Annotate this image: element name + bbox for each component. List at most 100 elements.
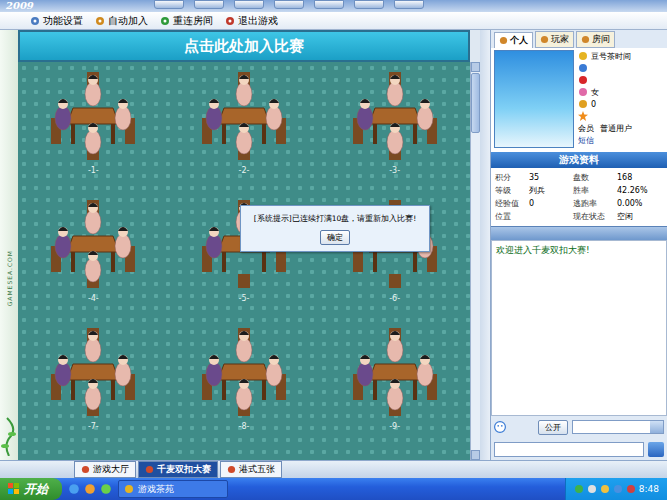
public-button[interactable]: 公开 (538, 420, 568, 435)
message-link[interactable]: 短信 (578, 135, 594, 146)
scroll-down-button[interactable] (471, 450, 480, 460)
tab-icon (540, 35, 549, 44)
stat-value: 168 (617, 173, 663, 182)
stat-value: 42.26% (617, 186, 663, 195)
player-figure (115, 355, 131, 386)
player-figure (236, 331, 252, 362)
tray-icon[interactable] (600, 484, 610, 494)
send-button[interactable] (648, 442, 664, 457)
player-figure (85, 331, 101, 362)
gear-icon (30, 16, 40, 26)
room-icon (81, 465, 90, 474)
game-table[interactable]: -3- (319, 66, 470, 194)
gender-icon (578, 87, 588, 97)
tray-icon[interactable] (574, 484, 584, 494)
target-select[interactable] (572, 420, 664, 434)
game-table[interactable]: -1- (18, 66, 169, 194)
stat-value: 0 (529, 199, 573, 208)
menu-item[interactable]: 功能设置 (30, 14, 83, 28)
game-table[interactable]: -7- (18, 322, 169, 450)
scrollbar[interactable] (470, 62, 480, 460)
profile-card: 豆号茶时间女0会员普通用户短信 (491, 48, 667, 152)
chat-log: 欢迎进入千麦双扣大赛! (491, 240, 667, 416)
star-icon (578, 111, 588, 121)
toolbar-button[interactable] (314, 0, 344, 9)
table-region: -1--2--3--4--5--6--7--8--9-[系统提示]已连续打满10… (18, 62, 480, 460)
toolbar-button[interactable] (394, 0, 424, 9)
tray-icon[interactable] (626, 484, 636, 494)
player-figure (206, 99, 222, 130)
reconnect-icon (160, 16, 170, 26)
game-table[interactable]: -8- (169, 322, 320, 450)
player-figure (115, 227, 131, 258)
main-body: GAMESEA.COM点击此处加入比赛-1--2--3--4--5--6--7-… (0, 30, 667, 460)
game-table-icon[interactable] (345, 322, 445, 422)
game-table[interactable]: -4- (18, 194, 169, 322)
ok-button[interactable]: 确定 (320, 230, 350, 245)
table-number: -4- (88, 294, 99, 304)
game-table-icon[interactable] (194, 66, 294, 166)
tab-icon (581, 35, 590, 44)
player-figure (357, 355, 373, 386)
game-table-icon[interactable] (345, 66, 445, 166)
side-tab[interactable]: 房间 (576, 31, 615, 48)
menu-item[interactable]: 重连房间 (160, 14, 213, 28)
player-figure (85, 203, 101, 234)
dropdown-arrow-icon[interactable] (650, 421, 663, 433)
profile-row (578, 62, 664, 74)
room-tab[interactable]: 港式五张 (220, 461, 282, 478)
heart-icon (578, 75, 588, 85)
scroll-thumb[interactable] (471, 73, 480, 133)
watermark: GAMESEA.COM (6, 250, 13, 306)
medal-icon (578, 99, 588, 109)
game-table-icon[interactable] (43, 194, 143, 294)
side-tab[interactable]: 个人 (494, 32, 533, 48)
panel-divider (491, 226, 667, 240)
profile-row: 0 (578, 98, 664, 110)
room-tab[interactable]: 千麦双扣大赛 (138, 461, 218, 478)
toolbar-button[interactable] (234, 0, 264, 9)
quick-launch-icon[interactable] (100, 483, 112, 495)
menu-item[interactable]: 退出游戏 (225, 14, 278, 28)
profile-row: 豆号茶时间 (578, 50, 664, 62)
player-figure (387, 123, 403, 154)
game-table-icon[interactable] (43, 66, 143, 166)
table-top-icon (369, 108, 421, 124)
side-tab[interactable]: 玩家 (535, 31, 574, 48)
game-table[interactable]: -9- (319, 322, 470, 450)
tray-icon[interactable] (587, 484, 597, 494)
chat-message: 欢迎进入千麦双扣大赛! (496, 244, 662, 256)
ad-banner[interactable] (494, 50, 574, 148)
room-tab[interactable]: 游戏大厅 (74, 461, 136, 478)
start-button[interactable]: 开始 (0, 478, 62, 500)
player-figure (387, 75, 403, 106)
id-icon (578, 63, 588, 73)
menu-item[interactable]: 自动加入 (95, 14, 148, 28)
toolbar-button[interactable] (194, 0, 224, 9)
game-table-icon[interactable] (194, 322, 294, 422)
table-top-icon (218, 364, 270, 380)
top-toolbar: 2009 (0, 0, 667, 12)
quick-launch-icon[interactable] (68, 483, 80, 495)
stat-value: 0.00% (617, 199, 663, 208)
toolbar-button[interactable] (274, 0, 304, 9)
tray-icon[interactable] (613, 484, 623, 494)
join-match-banner[interactable]: 点击此处加入比赛 (18, 30, 470, 62)
quick-launch-icon[interactable] (84, 483, 96, 495)
smiley-icon[interactable] (494, 421, 506, 433)
table-top-icon (67, 108, 119, 124)
player-figure (206, 227, 222, 258)
system-tray: 8:48 (565, 478, 667, 500)
task-button[interactable]: 游戏茶苑 (118, 480, 228, 498)
chat-input[interactable] (494, 442, 644, 457)
toolbar-button[interactable] (354, 0, 384, 9)
player-figure (236, 123, 252, 154)
quick-launch (68, 483, 112, 495)
scroll-up-button[interactable] (471, 62, 480, 72)
table-top-icon (218, 108, 270, 124)
toolbar-button[interactable] (154, 0, 184, 9)
game-table[interactable]: -2- (169, 66, 320, 194)
system-dialog: [系统提示]已连续打满10盘，请重新加入比赛!确定 (240, 205, 430, 252)
game-table-icon[interactable] (43, 322, 143, 422)
table-number: -9- (389, 422, 400, 432)
